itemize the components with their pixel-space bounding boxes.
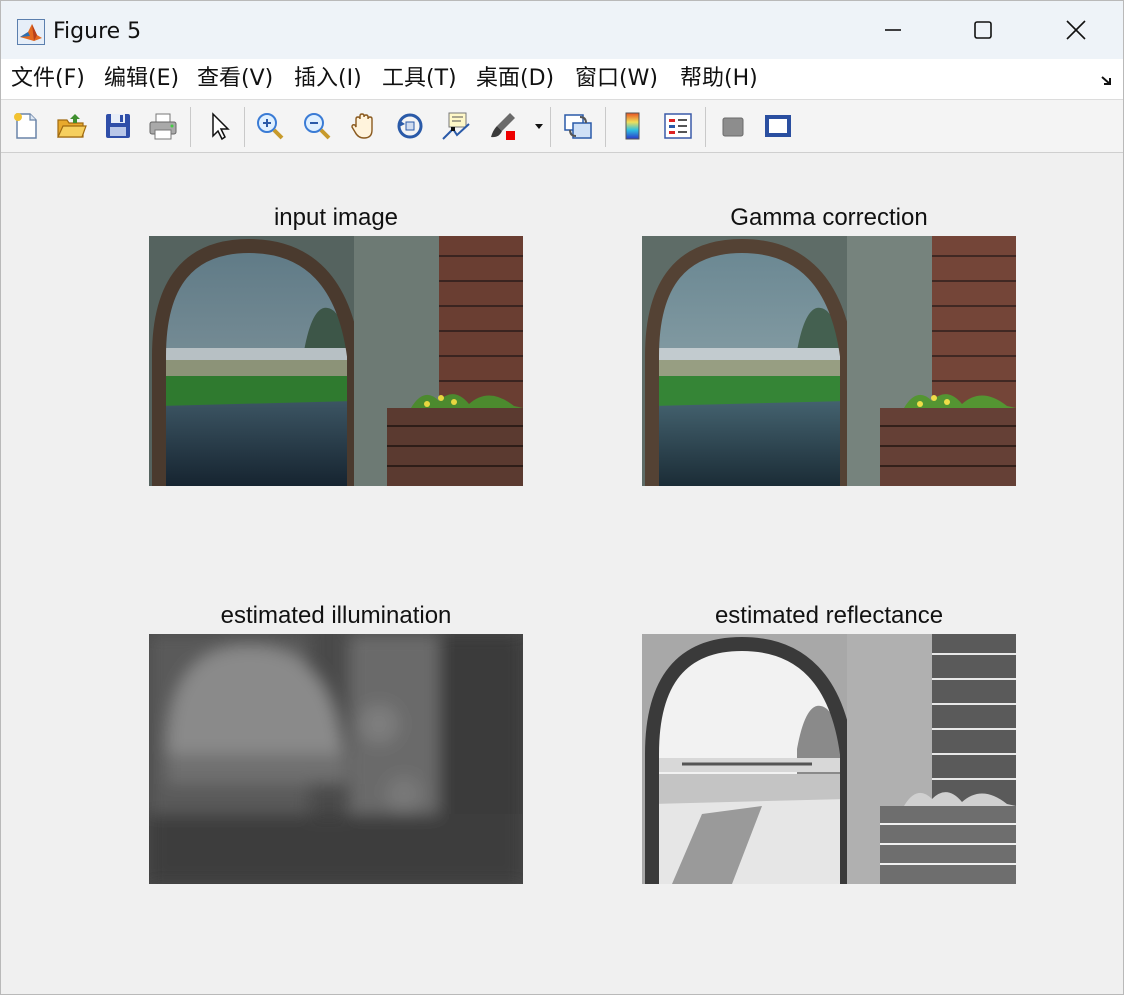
- rotate-3d-icon[interactable]: [394, 110, 426, 142]
- plot-estimated-illumination[interactable]: [149, 634, 523, 884]
- plot-title-gamma-correction: Gamma correction: [730, 204, 928, 231]
- menu-edit[interactable]: 编辑(E): [104, 65, 179, 93]
- toolbar-separator: [605, 107, 606, 147]
- window-title: Figure 5: [53, 19, 142, 44]
- toolbar-separator: [550, 107, 551, 147]
- dock-arrow-icon[interactable]: [1100, 73, 1116, 87]
- toolbar-separator: [705, 107, 706, 147]
- zoom-in-icon[interactable]: [254, 110, 286, 142]
- legend-icon[interactable]: [662, 110, 694, 142]
- menu-help[interactable]: 帮助(H): [680, 65, 758, 93]
- matlab-logo-icon: [17, 19, 45, 45]
- figure-toolbar: [1, 100, 1123, 153]
- brush-dropdown-icon[interactable]: [533, 110, 545, 142]
- menu-view[interactable]: 查看(V): [197, 65, 273, 93]
- toolbar-separator: [244, 107, 245, 147]
- minimize-button[interactable]: [847, 1, 939, 59]
- zoom-out-icon[interactable]: [301, 110, 333, 142]
- save-icon[interactable]: [102, 110, 134, 142]
- show-plot-tools-icon[interactable]: [762, 110, 794, 142]
- close-button[interactable]: [1030, 1, 1122, 59]
- minimize-icon: [885, 29, 901, 31]
- menu-tools[interactable]: 工具(T): [382, 65, 457, 93]
- menu-bar: 文件(F) 编辑(E) 查看(V) 插入(I) 工具(T) 桌面(D) 窗口(W…: [1, 59, 1123, 100]
- plot-title-estimated-illumination: estimated illumination: [220, 602, 452, 629]
- plot-input-image[interactable]: [149, 236, 523, 486]
- title-bar[interactable]: Figure 5: [1, 1, 1123, 59]
- data-cursor-icon[interactable]: [440, 110, 472, 142]
- figure-canvas: input image Gamma correction estimated i…: [1, 153, 1123, 994]
- print-icon[interactable]: [147, 110, 179, 142]
- close-icon: [1066, 20, 1086, 40]
- plot-estimated-reflectance[interactable]: [642, 634, 1016, 884]
- new-figure-icon[interactable]: [10, 110, 42, 142]
- pan-hand-icon[interactable]: [348, 110, 380, 142]
- menu-desktop[interactable]: 桌面(D): [476, 65, 554, 93]
- link-plot-icon[interactable]: [562, 110, 594, 142]
- select-pointer-icon[interactable]: [204, 110, 236, 142]
- toolbar-separator: [190, 107, 191, 147]
- hide-plot-tools-icon[interactable]: [717, 110, 749, 142]
- input-image: [149, 236, 523, 486]
- gamma-corrected-image: [642, 236, 1016, 486]
- figure-window: Figure 5 文件(F) 编辑(E) 查看(V) 插入(I) 工具(T) 桌…: [0, 0, 1124, 995]
- menu-insert[interactable]: 插入(I): [294, 65, 362, 93]
- menu-window[interactable]: 窗口(W): [575, 65, 658, 93]
- plot-title-estimated-reflectance: estimated reflectance: [714, 602, 944, 629]
- plot-title-input-image: input image: [273, 204, 399, 231]
- plot-gamma-correction[interactable]: [642, 236, 1016, 486]
- open-file-icon[interactable]: [55, 110, 87, 142]
- reflectance-map: [642, 634, 1016, 884]
- menu-file[interactable]: 文件(F): [11, 65, 85, 93]
- illumination-map: [149, 634, 523, 884]
- maximize-icon: [974, 21, 992, 39]
- colorbar-icon[interactable]: [617, 110, 649, 142]
- maximize-button[interactable]: [937, 1, 1029, 59]
- brush-icon[interactable]: [487, 110, 519, 142]
